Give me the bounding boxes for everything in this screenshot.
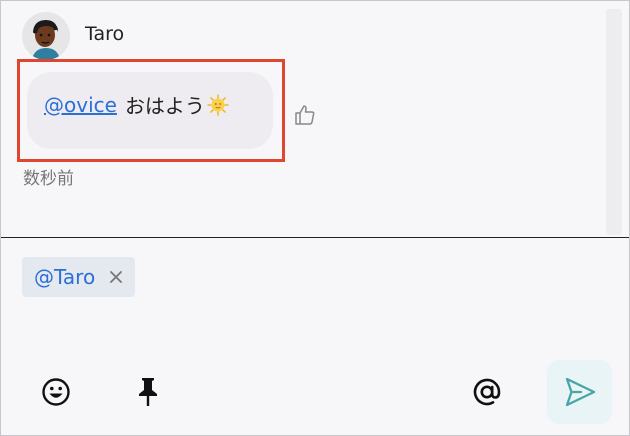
send-arrow-icon <box>565 377 595 407</box>
send-button[interactable] <box>547 360 612 424</box>
chat-panel: Taro @ovice おはよう 数秒前 @Taro <box>0 0 630 436</box>
mention-link[interactable]: @ovice <box>44 93 117 117</box>
message-content: @ovice おはよう <box>44 90 229 119</box>
message-composer[interactable]: @Taro <box>1 238 629 435</box>
pin-button[interactable] <box>132 376 164 408</box>
close-icon[interactable] <box>109 270 123 284</box>
at-sign-icon <box>473 378 501 406</box>
pin-icon <box>139 378 157 406</box>
sun-emoji-icon <box>207 93 229 116</box>
mention-button[interactable] <box>471 376 503 408</box>
avatar-icon <box>22 12 70 60</box>
smiley-icon <box>42 378 70 406</box>
highlighted-message: @ovice おはよう <box>17 59 285 162</box>
message-text: おはよう <box>124 94 205 118</box>
message-list[interactable]: Taro @ovice おはよう 数秒前 <box>1 1 629 237</box>
scrollbar[interactable] <box>606 9 622 235</box>
mention-chip-label: @Taro <box>34 265 96 289</box>
message-author: Taro <box>85 23 125 45</box>
thumbs-up-icon[interactable] <box>293 103 317 127</box>
emoji-button[interactable] <box>40 376 72 408</box>
mention-chip[interactable]: @Taro <box>22 257 136 297</box>
message-timestamp: 数秒前 <box>23 169 74 189</box>
avatar[interactable] <box>22 12 70 60</box>
